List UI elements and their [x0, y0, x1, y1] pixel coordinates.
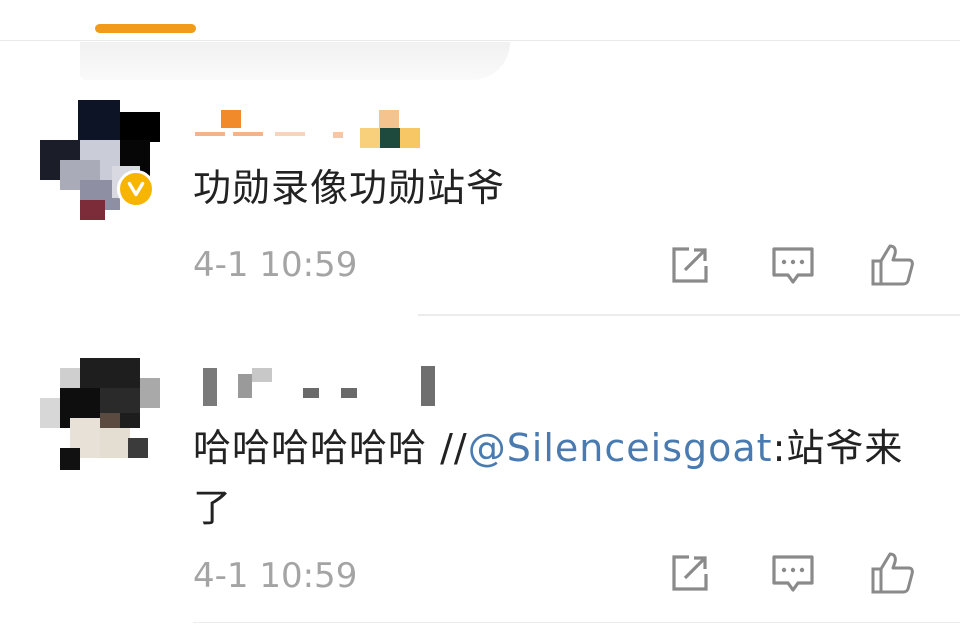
comment-item: 哈哈哈哈哈哈 //@Silenceisgoat:站爷来了 4-1 10:59 — [0, 348, 960, 618]
thumbs-up-icon[interactable] — [868, 548, 918, 598]
timestamp: 4-1 10:59 — [193, 245, 358, 285]
comment-divider — [418, 314, 960, 316]
username[interactable] — [193, 98, 453, 148]
comment-actions — [665, 240, 925, 290]
comment-text-prefix: 哈哈哈哈哈哈 // — [193, 426, 468, 470]
comment-text: 哈哈哈哈哈哈 //@Silenceisgoat:站爷来了 — [193, 418, 923, 538]
top-divider — [0, 40, 960, 41]
comment-divider — [193, 622, 960, 623]
share-icon[interactable] — [665, 240, 715, 290]
avatar[interactable] — [40, 358, 160, 478]
comment-actions — [665, 548, 925, 598]
active-tab-indicator — [95, 24, 196, 33]
comment-text: 功勋录像功勋站爷 — [193, 166, 506, 210]
username[interactable] — [193, 356, 453, 406]
comment-item: 功勋录像功勋站爷 4-1 10:59 — [0, 90, 960, 315]
share-icon[interactable] — [665, 548, 715, 598]
header-shadow — [80, 42, 510, 80]
thumbs-up-icon[interactable] — [868, 240, 918, 290]
mention-link[interactable]: @Silenceisgoat — [468, 426, 773, 470]
comment-icon[interactable] — [768, 240, 818, 290]
verified-badge-icon — [117, 170, 155, 208]
timestamp: 4-1 10:59 — [193, 556, 358, 596]
comment-icon[interactable] — [768, 548, 818, 598]
